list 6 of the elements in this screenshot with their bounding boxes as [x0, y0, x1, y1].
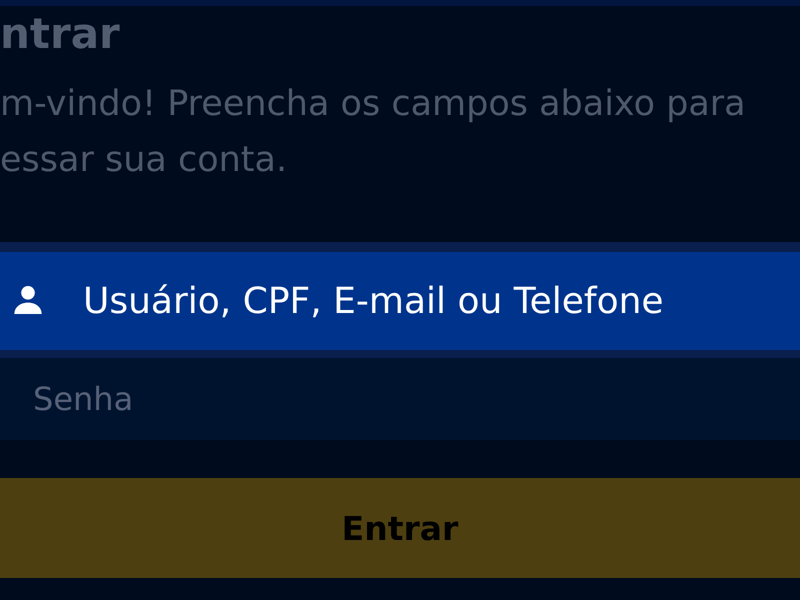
password-field[interactable]: Senha: [0, 358, 800, 440]
username-field[interactable]: Usuário, CPF, E-mail ou Telefone: [0, 242, 800, 358]
user-icon: [14, 286, 42, 314]
page-heading: ntrar: [0, 8, 120, 60]
intro-text: m-vindo! Preencha os campos abaixo para essar sua conta.: [0, 83, 746, 182]
login-button[interactable]: Entrar: [0, 478, 800, 578]
